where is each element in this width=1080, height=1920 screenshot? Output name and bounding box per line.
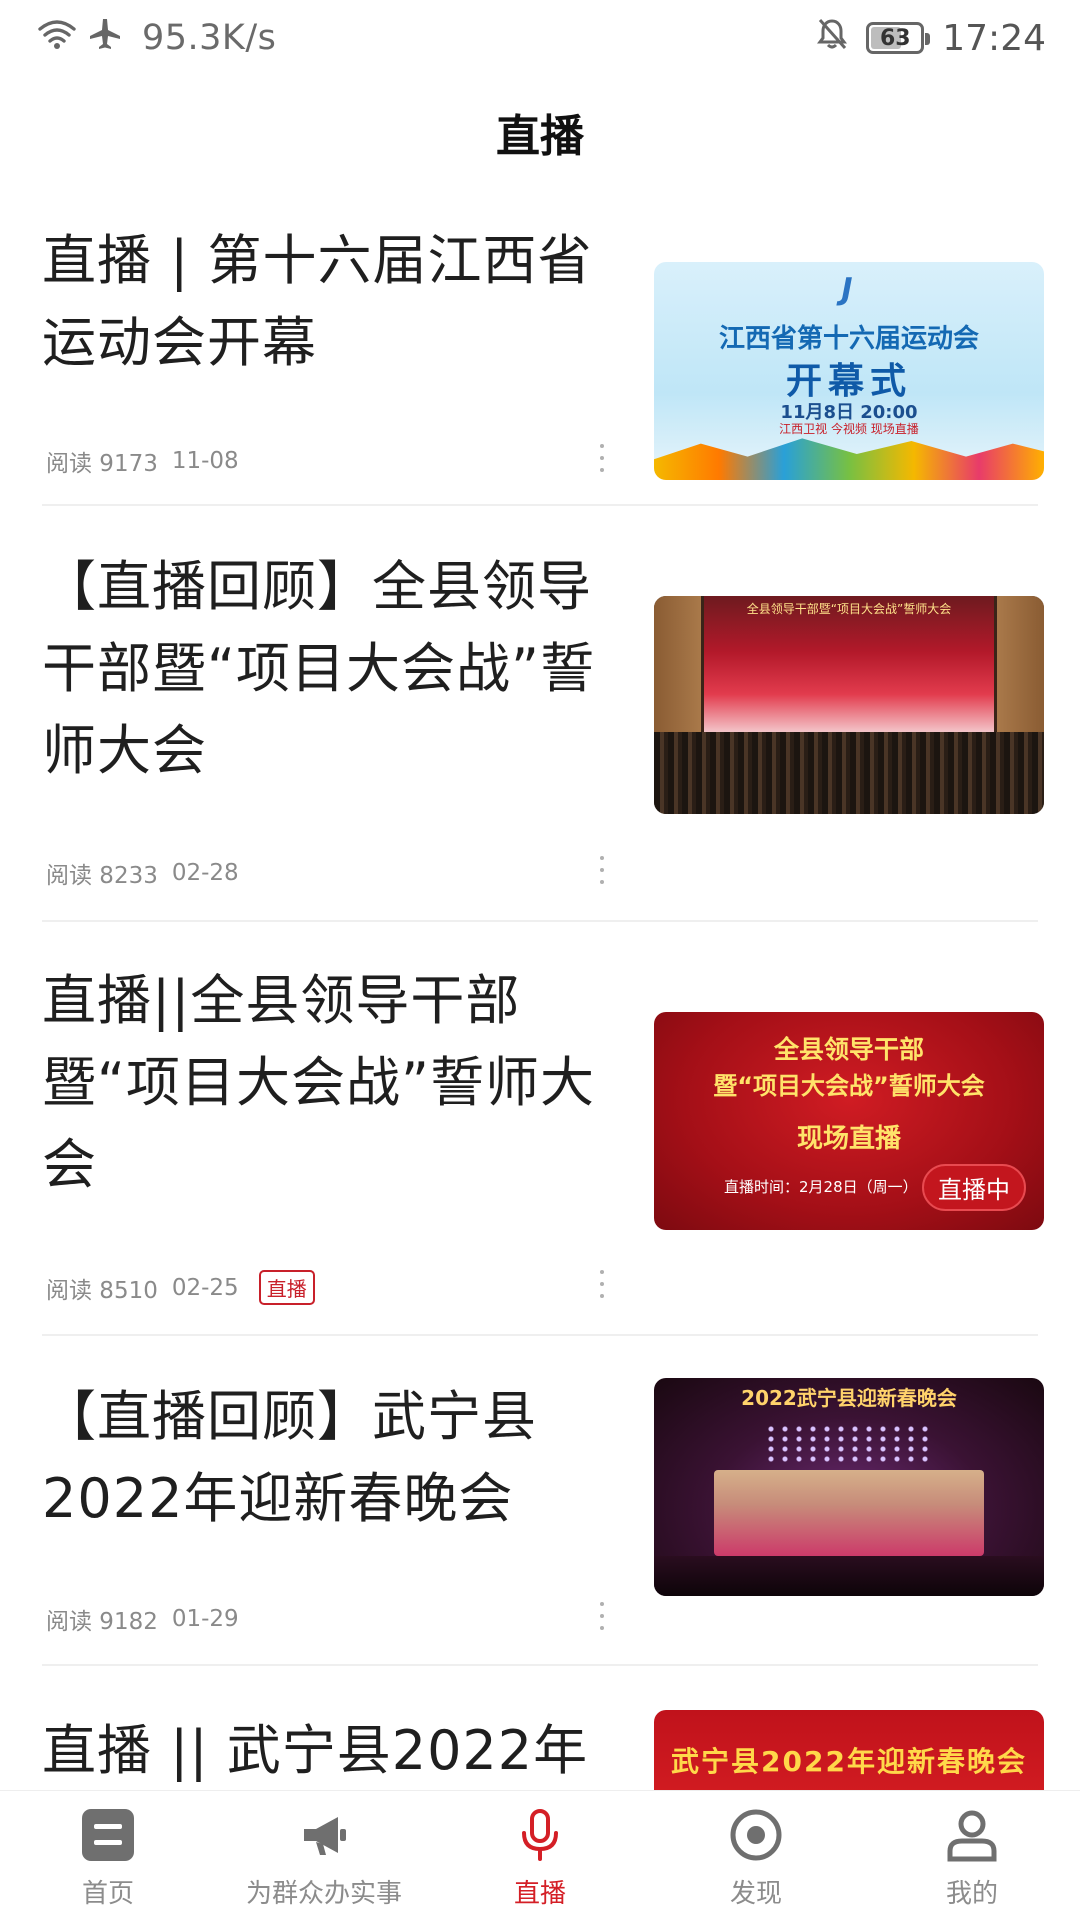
thumb-headline: 江西省第十六届运动会 <box>718 324 979 354</box>
status-bar: 95.3K/s 63 17:24 <box>0 0 1080 76</box>
divider <box>42 1664 1038 1666</box>
nav-label: 我的 <box>945 1879 998 1909</box>
divider <box>42 920 1038 922</box>
stage-floor <box>654 1556 1044 1596</box>
live-now-badge: 直播中 <box>922 1164 1026 1211</box>
publish-date: 02-28 <box>171 860 239 886</box>
live-tag: 直播 <box>258 1270 315 1305</box>
read-count: 阅读 9173 <box>46 451 158 477</box>
read-count: 阅读 9182 <box>46 1609 158 1635</box>
thumb-logos: 江西卫视 今视频 现场直播 <box>779 422 919 436</box>
thumb-banner: 武宁县2022年迎新春晚会 <box>671 1745 1027 1778</box>
home-card-icon <box>78 1805 138 1865</box>
nav-item-profile[interactable]: 我的 <box>864 1791 1080 1920</box>
read-count: 阅读 8510 <box>46 1277 158 1304</box>
article-thumbnail[interactable]: 2022武宁县迎新春晚会 <box>654 1378 1044 1596</box>
audience <box>654 732 1044 814</box>
article-title[interactable]: 直播||全县领导干部暨“项目大会战”誓师大会 <box>42 960 607 1206</box>
article-item[interactable]: 直播||全县领导干部暨“项目大会战”誓师大会 阅读 8510 02-25 直播 … <box>42 960 1044 1305</box>
article-item[interactable]: 【直播回顾】武宁县2022年迎新春晚会 阅读 9182 01-29 2022武宁… <box>42 1376 1044 1635</box>
bell-muted-icon <box>816 17 848 60</box>
thumb-line-3: 现场直播 <box>796 1124 901 1154</box>
nav-item-live[interactable]: 直播 <box>432 1791 648 1920</box>
nav-label: 发现 <box>729 1879 782 1909</box>
nav-label: 为群众办实事 <box>245 1879 402 1909</box>
clock: 17:24 <box>942 17 1046 59</box>
thumb-subtitle: 开幕式 <box>785 361 912 402</box>
publish-date: 01-29 <box>171 1606 239 1632</box>
article-meta: 阅读 8233 02-28 <box>46 856 239 890</box>
thumb-line-1: 全县领导干部 <box>773 1035 924 1064</box>
stage <box>714 1470 984 1556</box>
article-thumbnail[interactable]: 全县领导干部暨“项目大会战”誓师大会 <box>654 596 1044 814</box>
thumb-banner: 全县领导干部暨“项目大会战”誓师大会 <box>746 602 952 616</box>
article-thumbnail[interactable]: 全县领导干部 暨“项目大会战”誓师大会 现场直播 直播时间：2月28日（周一） … <box>654 1012 1044 1230</box>
more-options-icon[interactable] <box>592 1270 612 1298</box>
games-emblem-icon: J <box>841 272 853 307</box>
stage-lights <box>764 1424 934 1464</box>
user-icon <box>942 1805 1002 1865</box>
nav-item-community-service[interactable]: 为群众办实事 <box>216 1791 432 1920</box>
stage <box>704 596 994 736</box>
read-count: 阅读 8233 <box>46 863 158 889</box>
nav-item-discover[interactable]: 发现 <box>648 1791 864 1920</box>
page-title: 直播 <box>496 111 584 162</box>
article-item[interactable]: 直播 | 第十六届江西省运动会开幕 阅读 9173 11-08 J 江西省第十六… <box>42 220 1044 480</box>
network-speed: 95.3K/s <box>142 18 277 58</box>
nav-item-home[interactable]: 首页 <box>0 1791 216 1920</box>
divider <box>42 1334 1038 1336</box>
article-thumbnail[interactable]: J 江西省第十六届运动会 开幕式 11月8日 20:00 江西卫视 今视频 现场… <box>654 262 1044 480</box>
nav-label: 直播 <box>513 1879 566 1909</box>
airplane-icon <box>88 17 122 60</box>
discover-icon <box>726 1805 786 1865</box>
publish-date: 02-25 <box>171 1274 239 1301</box>
battery-icon: 63 <box>866 22 931 54</box>
microphone-icon <box>510 1805 570 1865</box>
more-options-icon[interactable] <box>592 856 612 884</box>
more-options-icon[interactable] <box>592 1602 612 1630</box>
article-meta: 阅读 9182 01-29 <box>46 1602 239 1636</box>
divider <box>42 504 1038 506</box>
nav-label: 首页 <box>81 1879 134 1909</box>
thumb-banner: 2022武宁县迎新春晚会 <box>741 1386 957 1410</box>
publish-date: 11-08 <box>171 448 239 474</box>
article-item[interactable]: 【直播回顾】全县领导干部暨“项目大会战”誓师大会 阅读 8233 02-28 全… <box>42 546 1044 889</box>
more-options-icon[interactable] <box>592 444 612 472</box>
bottom-navigation: 首页 为群众办实事 直播 发现 我的 <box>0 1790 1080 1920</box>
article-meta: 阅读 8510 02-25 直播 <box>46 1270 315 1305</box>
thumb-line-2: 暨“项目大会战”誓师大会 <box>713 1072 985 1100</box>
article-meta: 阅读 9173 11-08 <box>46 444 239 478</box>
article-title[interactable]: 【直播回顾】全县领导干部暨“项目大会战”誓师大会 <box>42 546 607 792</box>
wifi-icon <box>38 18 76 59</box>
article-title[interactable]: 直播 | 第十六届江西省运动会开幕 <box>42 220 607 384</box>
megaphone-icon <box>294 1805 354 1865</box>
thumb-broadcast-time: 直播时间：2月28日（周一） <box>724 1178 918 1196</box>
article-title[interactable]: 【直播回顾】武宁县2022年迎新春晚会 <box>42 1376 607 1540</box>
battery-level: 63 <box>879 25 911 51</box>
